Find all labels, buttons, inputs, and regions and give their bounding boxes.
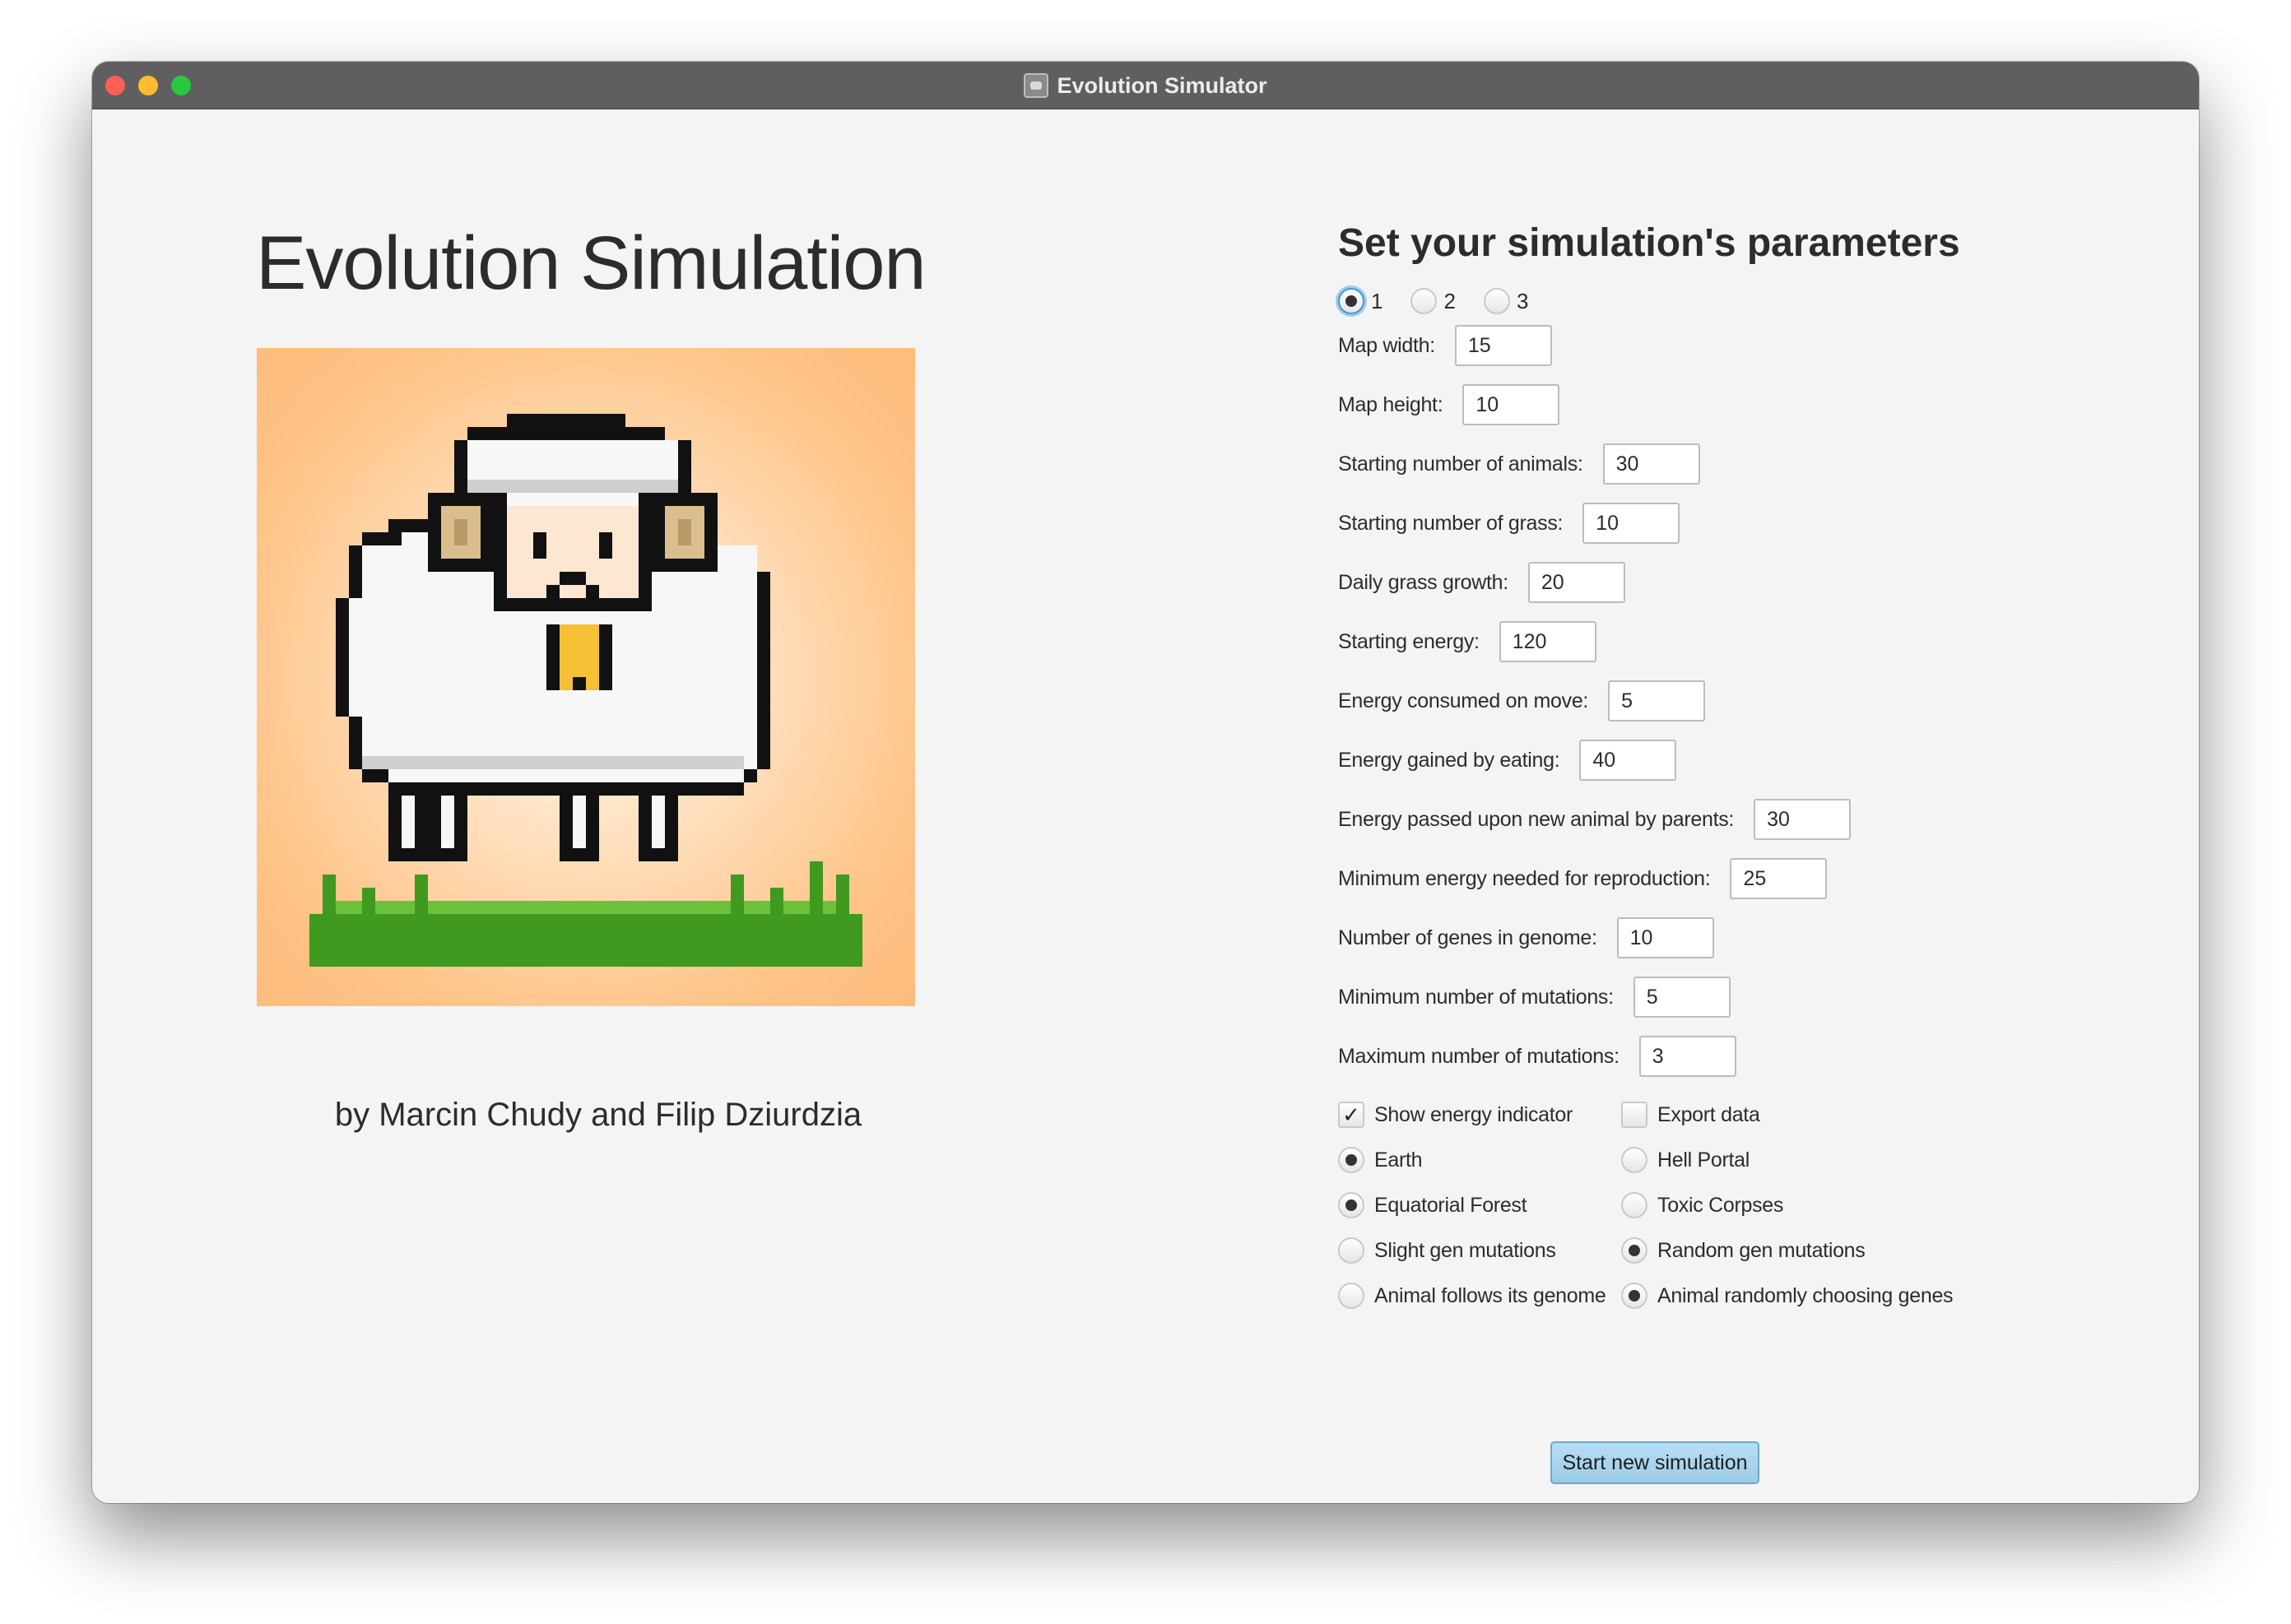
preset-label-1: 1 xyxy=(1371,288,1383,313)
follows-genome-option[interactable]: Animal follows its genome xyxy=(1338,1279,1606,1312)
app-window: Evolution Simulator Evolution Simulation… xyxy=(92,62,2199,1503)
starting-energy-row: Starting energy: xyxy=(1338,619,1596,664)
authors-text: by Marcin Chudy and Filip Dziurdzia xyxy=(334,1097,862,1133)
equatorial-forest-label: Equatorial Forest xyxy=(1374,1193,1527,1217)
random-mutations-label: Random gen mutations xyxy=(1657,1238,1866,1262)
parent-energy-label: Energy passed upon new animal by parents… xyxy=(1338,807,1735,831)
preset-option-2[interactable]: 2 xyxy=(1410,288,1456,314)
move-energy-row: Energy consumed on move: xyxy=(1338,679,1706,723)
earth-option[interactable]: Earth xyxy=(1338,1144,1423,1176)
window-title: Evolution Simulator xyxy=(1057,72,1267,98)
preset-radio-3[interactable] xyxy=(1483,288,1510,314)
genome-length-input[interactable] xyxy=(1616,917,1714,958)
slight-mutations-option[interactable]: Slight gen mutations xyxy=(1338,1234,1556,1267)
parent-energy-input[interactable] xyxy=(1754,799,1852,840)
random-genes-label: Animal randomly choosing genes xyxy=(1657,1283,1954,1307)
random-mutations-option[interactable]: Random gen mutations xyxy=(1621,1234,1866,1267)
reproduction-energy-label: Minimum energy needed for reproduction: xyxy=(1338,866,1711,890)
max-mutations-row: Maximum number of mutations: xyxy=(1338,1034,1736,1079)
show-energy-label: Show energy indicator xyxy=(1374,1102,1573,1126)
starting-grass-row: Starting number of grass: xyxy=(1338,501,1680,545)
random-genes-option[interactable]: Animal randomly choosing genes xyxy=(1621,1279,1954,1312)
options-row-3: Equatorial Forest Toxic Corpses xyxy=(1338,1189,2029,1222)
options-row-4: Slight gen mutations Random gen mutation… xyxy=(1338,1234,2029,1267)
preset-radio-1[interactable] xyxy=(1338,288,1364,314)
toxic-corpses-radio[interactable] xyxy=(1621,1192,1647,1218)
sheep-image xyxy=(309,414,862,967)
eating-energy-input[interactable] xyxy=(1579,740,1677,781)
earth-radio[interactable] xyxy=(1338,1147,1364,1173)
preset-option-3[interactable]: 3 xyxy=(1483,288,1529,314)
preset-radio-2[interactable] xyxy=(1410,288,1438,314)
preset-radio-group: 1 2 3 xyxy=(1338,281,1556,322)
random-genes-radio[interactable] xyxy=(1621,1283,1647,1309)
min-mutations-row: Minimum number of mutations: xyxy=(1338,975,1731,1019)
min-mutations-input[interactable] xyxy=(1633,977,1731,1018)
export-data-checkbox[interactable] xyxy=(1621,1102,1647,1128)
starting-animals-row: Starting number of animals: xyxy=(1338,442,1700,486)
parent-energy-row: Energy passed upon new animal by parents… xyxy=(1338,797,1852,842)
parameters-heading: Set your simulation's parameters xyxy=(1338,221,1960,265)
starting-grass-label: Starting number of grass: xyxy=(1338,511,1564,535)
random-mutations-radio[interactable] xyxy=(1621,1237,1647,1264)
eating-energy-label: Energy gained by eating: xyxy=(1338,748,1560,772)
max-mutations-label: Maximum number of mutations: xyxy=(1338,1044,1620,1068)
reproduction-energy-row: Minimum energy needed for reproduction: xyxy=(1338,856,1828,901)
daily-grass-growth-input[interactable] xyxy=(1527,562,1625,603)
move-energy-input[interactable] xyxy=(1608,680,1706,722)
max-mutations-input[interactable] xyxy=(1638,1036,1736,1077)
map-height-input[interactable] xyxy=(1462,384,1560,425)
slight-mutations-radio[interactable] xyxy=(1338,1237,1364,1264)
map-width-input[interactable] xyxy=(1454,325,1552,366)
hell-portal-option[interactable]: Hell Portal xyxy=(1621,1144,1750,1176)
export-data-option[interactable]: Export data xyxy=(1621,1098,1760,1131)
starting-animals-label: Starting number of animals: xyxy=(1338,452,1583,476)
starting-energy-input[interactable] xyxy=(1499,621,1596,662)
reproduction-energy-input[interactable] xyxy=(1730,858,1828,899)
map-height-label: Map height: xyxy=(1338,392,1443,416)
starting-grass-input[interactable] xyxy=(1582,503,1680,544)
sheep-illustration xyxy=(257,348,915,1006)
options-row-1: ✓ Show energy indicator Export data xyxy=(1338,1098,2029,1131)
hell-portal-radio[interactable] xyxy=(1621,1147,1647,1173)
map-width-label: Map width: xyxy=(1338,333,1435,357)
options-row-5: Animal follows its genome Animal randoml… xyxy=(1338,1279,2029,1312)
app-icon xyxy=(1024,73,1049,98)
show-energy-option[interactable]: ✓ Show energy indicator xyxy=(1338,1098,1573,1131)
main-content: Evolution Simulation by Marcin Chudy and… xyxy=(92,109,2199,1503)
title-bar: Evolution Simulator xyxy=(92,62,2199,109)
app-heading: Evolution Simulation xyxy=(256,221,927,305)
genome-length-label: Number of genes in genome: xyxy=(1338,926,1597,949)
map-width-row: Map width: xyxy=(1338,323,1552,368)
options-row-2: Earth Hell Portal xyxy=(1338,1144,2029,1176)
daily-grass-growth-label: Daily grass growth: xyxy=(1338,570,1508,594)
move-energy-label: Energy consumed on move: xyxy=(1338,689,1589,712)
min-mutations-label: Minimum number of mutations: xyxy=(1338,985,1614,1009)
follows-genome-radio[interactable] xyxy=(1338,1283,1364,1309)
toxic-corpses-label: Toxic Corpses xyxy=(1657,1193,1784,1217)
preset-label-2: 2 xyxy=(1443,288,1456,313)
show-energy-checkbox[interactable]: ✓ xyxy=(1338,1102,1364,1128)
equatorial-forest-option[interactable]: Equatorial Forest xyxy=(1338,1189,1527,1222)
preset-label-3: 3 xyxy=(1516,288,1529,313)
toxic-corpses-option[interactable]: Toxic Corpses xyxy=(1621,1189,1783,1222)
slight-mutations-label: Slight gen mutations xyxy=(1374,1238,1556,1262)
equatorial-forest-radio[interactable] xyxy=(1338,1192,1364,1218)
preset-option-1[interactable]: 1 xyxy=(1338,288,1382,314)
follows-genome-label: Animal follows its genome xyxy=(1374,1283,1606,1307)
export-data-label: Export data xyxy=(1657,1102,1760,1126)
eating-energy-row: Energy gained by eating: xyxy=(1338,738,1677,782)
earth-label: Earth xyxy=(1374,1148,1423,1172)
start-simulation-button[interactable]: Start new simulation xyxy=(1550,1441,1759,1484)
starting-animals-input[interactable] xyxy=(1602,443,1700,485)
genome-length-row: Number of genes in genome: xyxy=(1338,916,1714,960)
map-height-row: Map height: xyxy=(1338,383,1560,427)
hell-portal-label: Hell Portal xyxy=(1657,1148,1750,1172)
starting-energy-label: Starting energy: xyxy=(1338,629,1480,653)
daily-grass-growth-row: Daily grass growth: xyxy=(1338,560,1625,605)
